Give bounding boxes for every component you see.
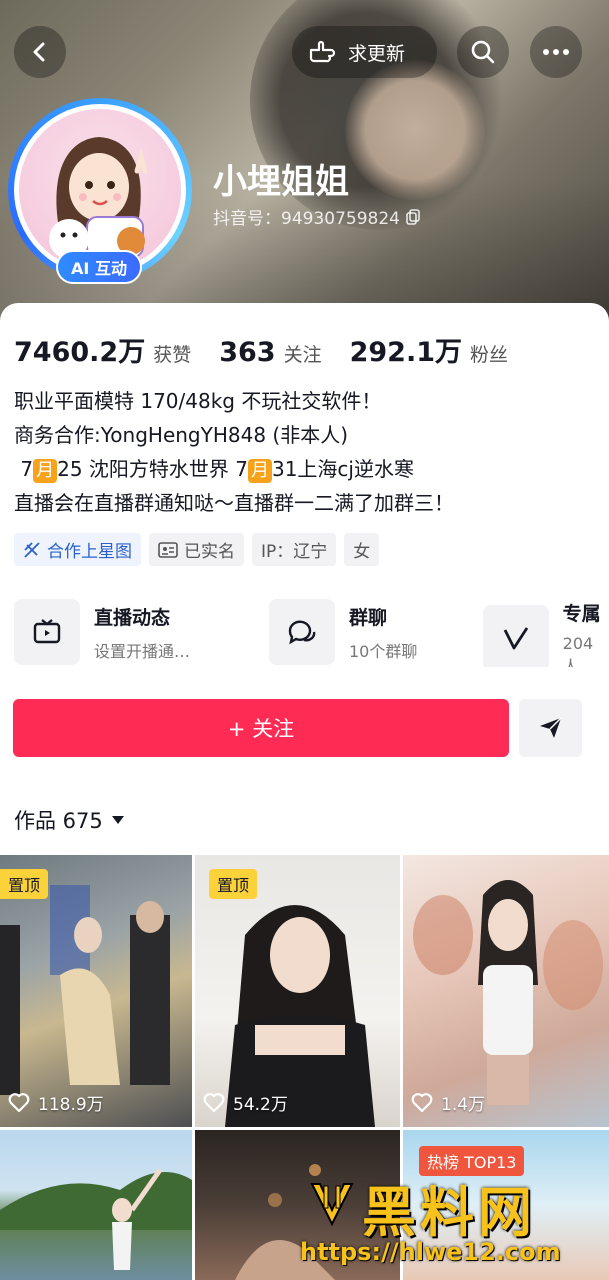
service-group-sub: 10个群聊 [349,641,418,661]
tag-verified[interactable]: 已实名 [149,533,244,566]
share-button[interactable] [519,699,582,757]
service-group-title: 群聊 [349,606,388,629]
more-dots-icon [543,49,569,55]
profile-name: 小埋姐姐 [213,162,349,202]
video-likes-count: 1.4万 [441,1095,486,1115]
service-group-chat[interactable]: 群聊 10个群聊 [269,599,417,665]
followers-count: 292.1万 [349,337,463,368]
video-thumbnail-3 [413,880,603,1105]
request-update-button[interactable]: 求更新 [292,26,437,78]
search-icon [471,40,495,64]
moon-emoji: 月 [33,459,58,483]
bio-line-2: 商务合作:YongHengYH848 (非本人) [14,423,349,447]
stat-likes[interactable]: 7460.2万 获赞 [14,330,191,369]
service-exclusive-title: 专属 [562,603,601,625]
bio-line-4: 直播会在直播群通知哒～直播群一二满了加群三！ [14,491,454,515]
stat-followers[interactable]: 292.1万 粉丝 [350,330,508,369]
tv-icon [14,599,80,665]
bio-line-3-part-b: 25 沈阳方特水世界 7 [57,457,248,481]
service-live-updates[interactable]: 直播动态设置开播通… [14,599,190,665]
service-exclusive-sub: 204人 [562,634,594,667]
likes-count: 7460.2万 [14,337,146,368]
follow-button[interactable]: + 关注 [13,699,509,757]
tag-gender-label: 女 [353,542,371,562]
video-card[interactable]: 1.4万 [403,855,609,1127]
cartoon-girl-illustration [49,137,148,259]
hand-point-icon [309,40,336,63]
bio-line-3-part-c: 31上海cj逆水寒 [271,457,414,481]
watermark-url: https://hlwe12.com [300,1238,561,1266]
tag-row: 合作上星图 已实名 IP：辽宁 女 [14,533,380,566]
pinned-badge: 置顶 [209,869,258,899]
followers-label: 粉丝 [470,344,509,366]
v-logo-icon [483,605,549,667]
search-button[interactable] [457,26,509,78]
back-button[interactable] [14,26,66,78]
bio: 职业平面模特 170/48kg 不玩社交软件！ 商务合作:YongHengYH8… [14,384,604,520]
watermark-text: 黑料网 [362,1181,536,1244]
following-label: 关注 [283,344,322,366]
bio-line-3-part-a: 7 [14,457,34,481]
video-likes-count: 118.9万 [38,1095,104,1115]
stat-following[interactable]: 363 关注 [219,337,321,368]
watermark: 黑料网 https://hlwe12.com [300,1162,609,1280]
ai-interact-badge[interactable]: AI 互动 [56,250,142,284]
id-card-icon [158,541,178,558]
service-live-title: 直播动态 [94,606,171,629]
star-map-icon [24,541,40,558]
send-icon [539,717,562,738]
tag-ip: IP：辽宁 [252,533,337,566]
heart-icon [203,1092,225,1112]
following-count: 363 [219,337,276,368]
bio-line-1: 职业平面模特 170/48kg 不玩社交软件！ [14,389,382,413]
heart-icon [8,1092,30,1112]
tag-gender: 女 [344,533,380,566]
caret-down-icon [111,816,124,824]
video-card[interactable]: 置顶 118.9万 [0,855,192,1127]
video-likes: 54.2万 [203,1090,288,1115]
avatar-image [19,109,181,271]
services-row: 直播动态设置开播通… 群聊 10个群聊 专属 204人 [14,599,609,667]
stats-row: 7460.2万 获赞 363 关注 292.1万 粉丝 [14,330,536,369]
request-update-label: 求更新 [348,42,406,65]
tag-star-map[interactable]: 合作上星图 [14,533,141,566]
more-button[interactable] [530,26,582,78]
pinned-badge: 置顶 [0,869,49,899]
bio-line-3: 7 月 25 沈阳方特水世界 7 月 31上海cj逆水寒 [14,452,604,486]
chat-bubble-icon [269,599,335,665]
likes-label: 获赞 [153,344,192,366]
tag-star-map-label: 合作上星图 [47,542,132,562]
works-label: 作品 675 [14,809,103,833]
video-likes-count: 54.2万 [233,1095,288,1115]
douyin-id-text: 抖音号：94930759824 [213,209,400,229]
service-live-sub: 设置开播通… [94,641,191,661]
video-thumbnail-4 [0,1168,192,1270]
tag-verified-label: 已实名 [184,542,235,562]
works-tab[interactable]: 作品 675 [14,805,125,835]
watermark-logo-icon [310,1183,354,1227]
video-card[interactable]: 置顶 54.2万 [195,855,400,1127]
copy-icon [406,208,420,225]
video-card[interactable] [0,1130,192,1280]
tag-ip-label: IP：辽宁 [261,542,328,562]
video-likes: 118.9万 [8,1090,104,1115]
cover-photo-face [345,60,485,200]
moon-emoji: 月 [247,459,272,483]
service-exclusive[interactable]: 专属 204人 [483,599,609,667]
chevron-left-icon [33,42,45,62]
douyin-id[interactable]: 抖音号：94930759824 [213,204,420,229]
heart-icon [411,1092,433,1112]
video-likes: 1.4万 [411,1090,485,1115]
